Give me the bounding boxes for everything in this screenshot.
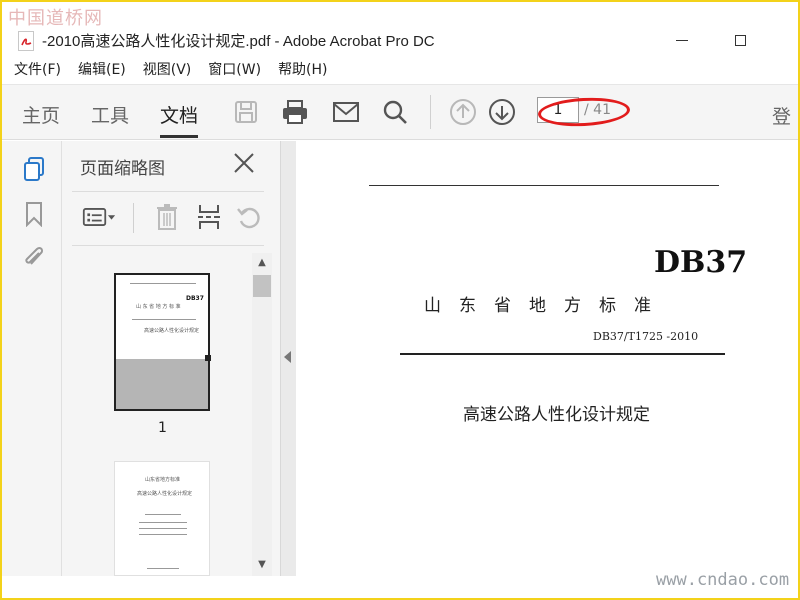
page-thumbnails-button[interactable] bbox=[20, 155, 48, 183]
print-icon bbox=[283, 100, 307, 124]
panel-title: 页面缩略图 bbox=[80, 159, 165, 179]
minimize-icon bbox=[676, 39, 688, 41]
page-thumbnail-2[interactable]: 山东省地方标准 高速公路人性化设计规定 bbox=[114, 461, 210, 576]
rotate-icon bbox=[237, 207, 260, 229]
rotate-page-button[interactable] bbox=[232, 201, 266, 233]
thumb-rule bbox=[139, 522, 187, 523]
standard-number: DB37/T1725 -2010 bbox=[593, 330, 699, 343]
bookmarks-button[interactable] bbox=[20, 200, 48, 228]
minimize-button[interactable] bbox=[662, 26, 702, 54]
thumbnail-resize-handle[interactable] bbox=[205, 355, 211, 361]
menu-help[interactable]: 帮助(H) bbox=[278, 59, 327, 79]
scroll-thumb[interactable] bbox=[253, 275, 271, 297]
next-page-button[interactable] bbox=[487, 97, 517, 127]
thumbnail-scrollbar[interactable]: ▲ ▼ bbox=[252, 253, 272, 576]
document-view[interactable]: DB37 山东省地方标准 DB37/T1725 -2010 高速公路人性化设计规… bbox=[296, 141, 798, 576]
attachments-button[interactable] bbox=[20, 244, 48, 272]
insert-page-icon bbox=[198, 205, 220, 229]
panel-divider bbox=[72, 245, 264, 246]
page-down-icon bbox=[489, 99, 515, 125]
title-bar: 中国道桥网 -2010高速公路人性化设计规定.pdf - Adobe Acrob… bbox=[2, 2, 798, 54]
chevron-down-icon[interactable]: ▼ bbox=[255, 559, 269, 573]
thumb-text: 山 东 省 地 方 标 准 bbox=[136, 304, 181, 310]
collapse-arrow-icon bbox=[284, 351, 291, 363]
previous-page-button[interactable] bbox=[448, 97, 478, 127]
issuing-authority: 山东省地方标准 bbox=[424, 296, 669, 316]
menu-bar: 文件(F) 编辑(E) 视图(V) 窗口(W) 帮助(H) bbox=[2, 56, 798, 82]
search-button[interactable] bbox=[380, 97, 410, 127]
close-icon bbox=[234, 153, 254, 173]
delete-icon bbox=[157, 204, 177, 230]
menu-view[interactable]: 视图(V) bbox=[143, 59, 192, 79]
thumb-text: 山东省地方标准 bbox=[145, 477, 181, 483]
menu-window[interactable]: 窗口(W) bbox=[208, 59, 261, 79]
navigation-rail bbox=[2, 141, 62, 576]
thumb-rule bbox=[147, 568, 179, 569]
save-icon bbox=[235, 101, 257, 123]
panel-close-button[interactable] bbox=[232, 151, 256, 175]
menu-edit[interactable]: 编辑(E) bbox=[78, 59, 126, 79]
insert-page-button[interactable] bbox=[192, 201, 226, 233]
thumb-rule bbox=[130, 283, 196, 284]
top-watermark: 中国道桥网 bbox=[8, 8, 103, 29]
toolbar-separator bbox=[430, 95, 431, 129]
tab-tools[interactable]: 工具 bbox=[91, 101, 129, 128]
page-up-icon bbox=[450, 99, 476, 125]
attachment-icon bbox=[25, 246, 44, 265]
toolbar: 主页 工具 文档 1 / 41 登 bbox=[2, 84, 798, 140]
bookmark-icon bbox=[26, 202, 42, 227]
tab-home[interactable]: 主页 bbox=[22, 101, 60, 128]
email-button[interactable] bbox=[331, 97, 361, 127]
thumbnail-options-button[interactable] bbox=[82, 201, 116, 233]
maximize-button[interactable] bbox=[720, 26, 760, 54]
page-thumbnail-1[interactable]: DB37 山 东 省 地 方 标 准 高速公路人性化设计规定 bbox=[114, 273, 211, 411]
pdf-file-icon bbox=[18, 31, 34, 51]
thumb-text: DB37 bbox=[186, 295, 204, 302]
search-icon bbox=[383, 100, 407, 124]
print-button[interactable] bbox=[280, 97, 310, 127]
thumb-text: 高速公路人性化设计规定 bbox=[137, 491, 193, 497]
page-thumbnails-icon bbox=[24, 157, 44, 181]
panel-divider bbox=[72, 191, 264, 192]
thumb-text: 高速公路人性化设计规定 bbox=[144, 328, 200, 334]
document-title: 高速公路人性化设计规定 bbox=[463, 405, 650, 425]
bottom-watermark: www.cndao.com bbox=[656, 570, 790, 590]
options-icon bbox=[82, 208, 116, 226]
thumbnail-page-label: 1 bbox=[158, 420, 167, 436]
thumb-rule bbox=[139, 534, 187, 535]
tab-document[interactable]: 文档 bbox=[160, 101, 199, 138]
thumbnails-panel: 页面缩略图 DB37 山 东 省 地 方 标 准 高速公路人性化设计规定 1 山… bbox=[62, 141, 280, 576]
login-link[interactable]: 登 bbox=[772, 102, 791, 129]
chevron-up-icon[interactable]: ▲ bbox=[255, 257, 269, 271]
doc-mid-rule bbox=[400, 353, 725, 355]
maximize-icon bbox=[734, 34, 746, 46]
panel-collapse-handle[interactable] bbox=[280, 141, 296, 576]
menu-file[interactable]: 文件(F) bbox=[14, 59, 61, 79]
thumbnail-bottom-area bbox=[116, 359, 208, 409]
save-button[interactable] bbox=[231, 97, 261, 127]
thumb-rule bbox=[145, 514, 181, 515]
thumb-rule bbox=[132, 319, 196, 320]
delete-page-button[interactable] bbox=[150, 201, 184, 233]
window-title: -2010高速公路人性化设计规定.pdf - Adobe Acrobat Pro… bbox=[42, 33, 435, 50]
mail-icon bbox=[333, 102, 359, 122]
doc-top-rule bbox=[369, 185, 719, 186]
standard-code: DB37 bbox=[654, 245, 748, 280]
panel-toolbar-separator bbox=[133, 203, 134, 233]
thumb-rule bbox=[139, 528, 187, 529]
